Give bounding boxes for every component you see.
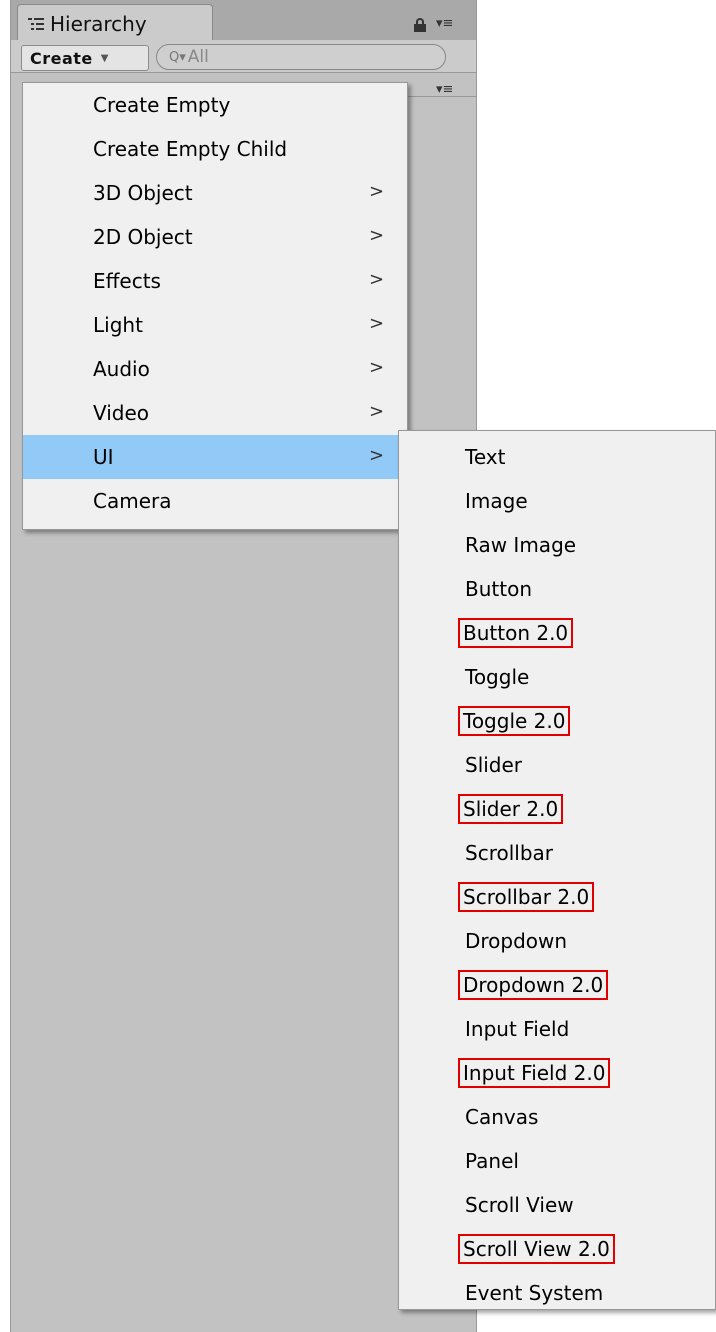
menu-item-light[interactable]: Light >: [23, 303, 407, 347]
submenu-item-label: Panel: [465, 1149, 519, 1173]
submenu-item-label: Text: [465, 445, 506, 469]
submenu-item-label: Canvas: [465, 1105, 539, 1129]
menu-item-video[interactable]: Video >: [23, 391, 407, 435]
submenu-item-toggle[interactable]: Toggle: [399, 655, 715, 699]
submenu-item-label: Image: [465, 489, 528, 513]
submenu-item-image[interactable]: Image: [399, 479, 715, 523]
chevron-right-icon: >: [369, 313, 385, 334]
search-placeholder: All: [187, 47, 209, 67]
hierarchy-list-icon: [28, 17, 44, 31]
tab-hierarchy[interactable]: Hierarchy: [17, 4, 213, 42]
chevron-right-icon: >: [369, 225, 385, 246]
menu-item-ui[interactable]: UI >: [23, 435, 407, 479]
menu-item-camera[interactable]: Camera: [23, 479, 407, 523]
highlighted-label: Button 2.0: [457, 618, 574, 648]
submenu-item-button-2[interactable]: Button 2.0: [399, 611, 715, 655]
submenu-item-button[interactable]: Button: [399, 567, 715, 611]
chevron-right-icon: >: [369, 357, 385, 378]
submenu-item-dropdown[interactable]: Dropdown: [399, 919, 715, 963]
submenu-item-slider[interactable]: Slider: [399, 743, 715, 787]
create-context-menu: Create Empty Create Empty Child 3D Objec…: [22, 82, 408, 530]
submenu-item-input-field[interactable]: Input Field: [399, 1007, 715, 1051]
menu-item-label: 2D Object: [93, 225, 193, 249]
chevron-right-icon: >: [369, 181, 385, 202]
submenu-item-label: Scrollbar: [465, 841, 553, 865]
create-label: Create: [30, 48, 93, 68]
submenu-item-label: Input Field: [465, 1017, 570, 1041]
submenu-item-raw-image[interactable]: Raw Image: [399, 523, 715, 567]
tab-label: Hierarchy: [50, 11, 147, 36]
panel-menu-icon[interactable]: ▾≡: [436, 16, 453, 31]
menu-item-label: UI: [93, 445, 114, 469]
highlighted-label: Toggle 2.0: [457, 706, 571, 736]
submenu-item-label: Slider: [465, 753, 523, 777]
chevron-right-icon: >: [369, 401, 385, 422]
menu-item-label: Video: [93, 401, 150, 425]
submenu-item-event-system[interactable]: Event System: [399, 1271, 715, 1315]
submenu-item-label: Event System: [465, 1281, 604, 1305]
highlighted-label: Slider 2.0: [457, 794, 564, 824]
highlighted-label: Dropdown 2.0: [457, 970, 609, 1000]
submenu-item-label: Dropdown: [465, 929, 568, 953]
submenu-item-label: Button: [465, 577, 532, 601]
submenu-item-input-field-2[interactable]: Input Field 2.0: [399, 1051, 715, 1095]
menu-item-label: Camera: [93, 489, 172, 513]
submenu-item-scrollbar-2[interactable]: Scrollbar 2.0: [399, 875, 715, 919]
menu-item-effects[interactable]: Effects >: [23, 259, 407, 303]
menu-item-label: Create Empty: [93, 93, 231, 117]
tab-bar: Hierarchy ▾≡: [11, 0, 476, 42]
search-input[interactable]: Q▾ All: [156, 44, 446, 70]
submenu-item-label: Toggle: [465, 665, 530, 689]
menu-item-2d-object[interactable]: 2D Object >: [23, 215, 407, 259]
submenu-item-text[interactable]: Text: [399, 435, 715, 479]
menu-item-label: Create Empty Child: [93, 137, 288, 161]
create-button[interactable]: Create ▼: [21, 45, 149, 71]
menu-item-audio[interactable]: Audio >: [23, 347, 407, 391]
submenu-item-scrollbar[interactable]: Scrollbar: [399, 831, 715, 875]
chevron-right-icon: >: [369, 269, 385, 290]
menu-item-label: Audio: [93, 357, 150, 381]
submenu-item-scroll-view[interactable]: Scroll View: [399, 1183, 715, 1227]
lock-icon[interactable]: [413, 18, 427, 32]
chevron-down-icon: ▼: [100, 52, 109, 64]
submenu-item-slider-2[interactable]: Slider 2.0: [399, 787, 715, 831]
submenu-item-panel[interactable]: Panel: [399, 1139, 715, 1183]
menu-item-create-empty-child[interactable]: Create Empty Child: [23, 127, 407, 171]
search-icon: Q▾: [169, 49, 186, 65]
hierarchy-toolbar: Create ▼ Q▾ All: [11, 40, 476, 73]
highlighted-label: Scroll View 2.0: [458, 1234, 615, 1264]
highlighted-label: Scrollbar 2.0: [457, 882, 595, 912]
submenu-item-label: Scroll View: [465, 1193, 574, 1217]
scene-menu-icon[interactable]: ▾≡: [436, 82, 453, 97]
menu-item-label: Effects: [93, 269, 161, 293]
menu-item-3d-object[interactable]: 3D Object >: [23, 171, 407, 215]
menu-item-label: 3D Object: [93, 181, 193, 205]
highlighted-label: Input Field 2.0: [457, 1058, 611, 1088]
ui-submenu: Text Image Raw Image Button Button 2.0 T…: [398, 430, 716, 1310]
submenu-item-label: Raw Image: [465, 533, 577, 557]
submenu-item-scroll-view-2[interactable]: Scroll View 2.0: [399, 1227, 715, 1271]
submenu-item-dropdown-2[interactable]: Dropdown 2.0: [399, 963, 715, 1007]
submenu-item-toggle-2[interactable]: Toggle 2.0: [399, 699, 715, 743]
menu-item-create-empty[interactable]: Create Empty: [23, 83, 407, 127]
chevron-right-icon: >: [369, 445, 385, 466]
menu-item-label: Light: [93, 313, 143, 337]
submenu-item-canvas[interactable]: Canvas: [399, 1095, 715, 1139]
